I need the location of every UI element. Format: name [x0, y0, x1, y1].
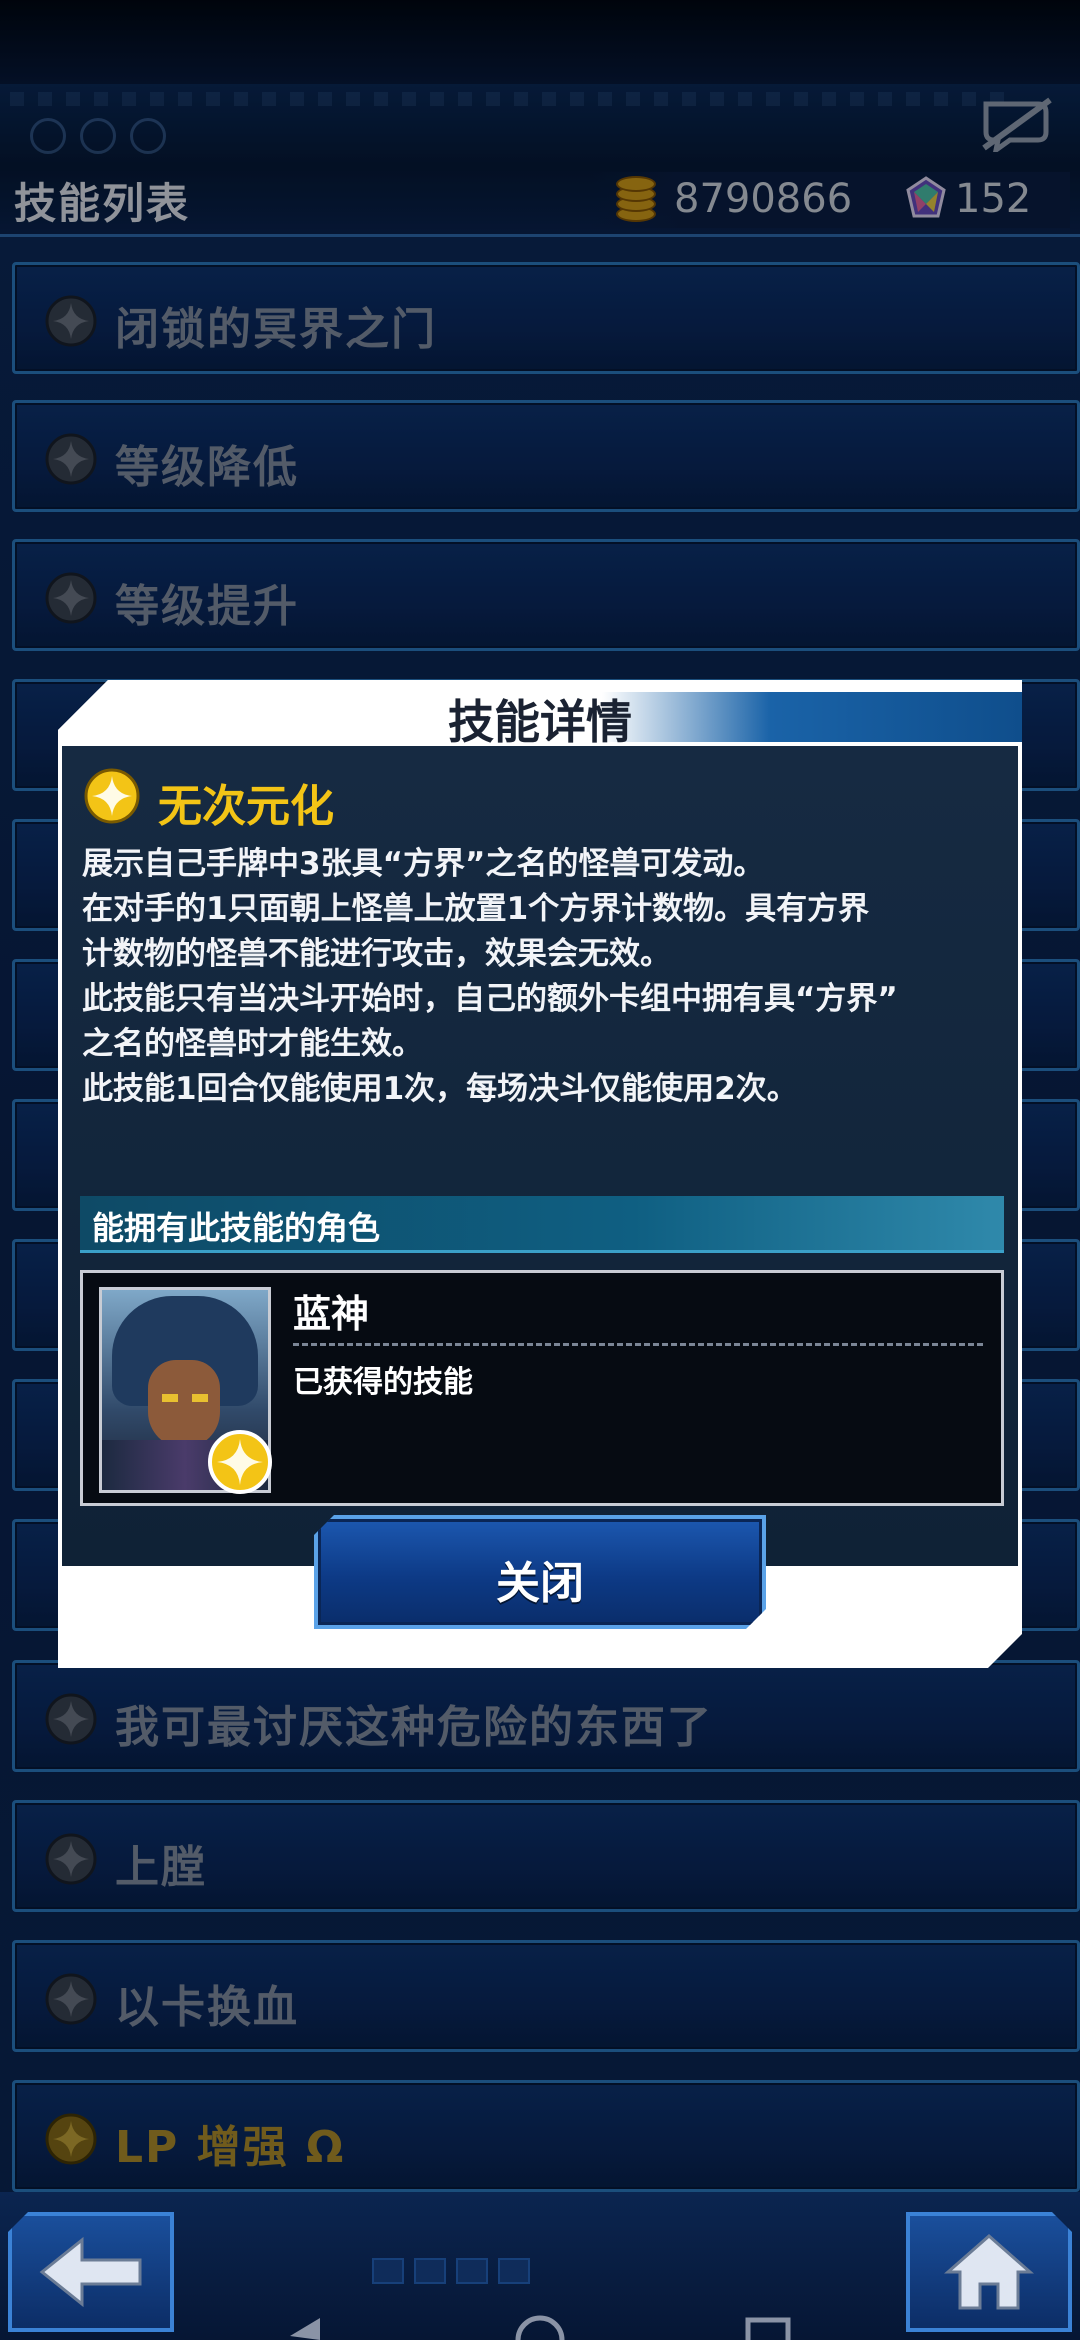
dialog-title: 技能详情: [448, 695, 632, 749]
skill-detail-name: 无次元化: [158, 781, 334, 832]
dialog-title-bar: 技能详情: [58, 680, 1022, 742]
description-line: 之名的怪兽时才能生效。: [82, 1026, 423, 1062]
page-indicator: [372, 2258, 592, 2288]
character-section-header: 能拥有此技能的角色: [80, 1196, 1004, 1253]
dialog-body: 无次元化 展示自己手牌中3张具“方界”之名的怪兽可发动。 在对手的1只面朝上怪兽…: [62, 746, 1018, 1566]
close-button[interactable]: 关闭: [314, 1515, 766, 1629]
close-button-label: 关闭: [496, 1558, 584, 1609]
sparkle-star-icon: [207, 1429, 273, 1495]
character-name: 蓝神: [293, 1292, 370, 1336]
skill-detail-dialog: 技能详情 无次元化 展示自己手牌中3张具“方界”之名的怪兽可发动。 在对手的1只…: [58, 680, 1022, 1668]
description-line: 在对手的1只面朝上怪兽上放置1个方界计数物。具有方界: [82, 891, 870, 927]
description-line: 展示自己手牌中3张具“方界”之名的怪兽可发动。: [82, 846, 765, 882]
description-line: 计数物的怪兽不能进行攻击，效果会无效。: [82, 936, 671, 972]
sparkle-star-icon: [84, 768, 140, 824]
divider: [293, 1343, 983, 1346]
character-card[interactable]: 蓝神 已获得的技能: [80, 1270, 1004, 1506]
system-navigation-bar: [290, 2315, 791, 2340]
section-label: 能拥有此技能的角色: [92, 1209, 381, 1247]
character-skill-status: 已获得的技能: [293, 1365, 473, 1400]
description-line: 此技能1回合仅能使用1次，每场决斗仅能使用2次。: [82, 1071, 798, 1107]
skill-description: 展示自己手牌中3张具“方界”之名的怪兽可发动。 在对手的1只面朝上怪兽上放置1个…: [82, 842, 1022, 1112]
description-line: 此技能只有当决斗开始时，自己的额外卡组中拥有具“方界”: [82, 981, 898, 1017]
